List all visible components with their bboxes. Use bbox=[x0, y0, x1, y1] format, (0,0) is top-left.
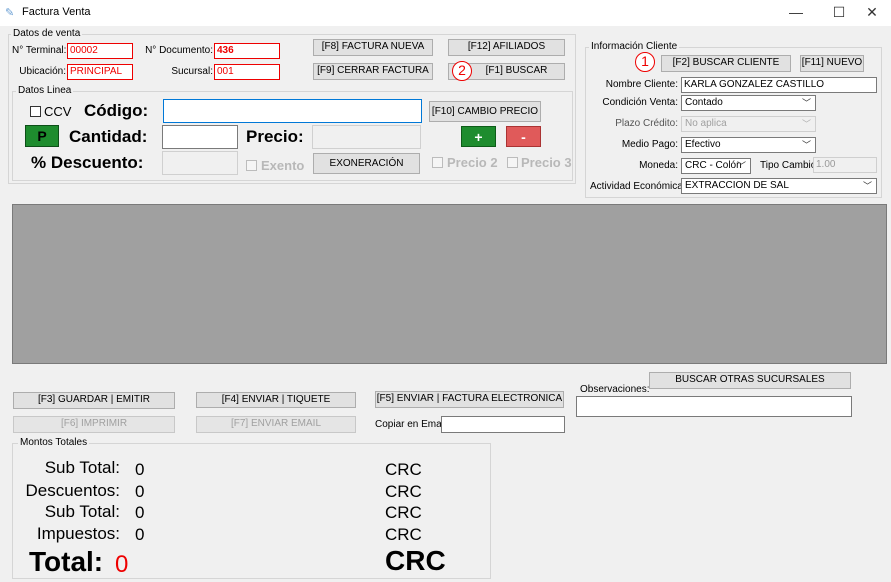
cantidad-input[interactable] bbox=[162, 125, 238, 149]
precio3-checkbox bbox=[507, 157, 518, 168]
minimize-button[interactable]: — bbox=[777, 0, 815, 24]
descuentos-label: Descuentos: bbox=[25, 481, 121, 500]
moneda-label: Moneda: bbox=[639, 160, 678, 171]
cerrar-factura-button[interactable]: [F9] CERRAR FACTURA bbox=[313, 63, 433, 80]
descuento-input bbox=[162, 151, 238, 175]
buscar-sucursales-button[interactable]: BUSCAR OTRAS SUCURSALES bbox=[649, 372, 851, 389]
cambio-precio-button[interactable]: [F10] CAMBIO PRECIO bbox=[429, 101, 541, 122]
nuevo-cliente-button[interactable]: [F11] NUEVO bbox=[800, 55, 864, 72]
precio-label: Precio: bbox=[246, 127, 304, 146]
actividad-economica-label: Actividad Económica: bbox=[590, 181, 686, 192]
cantidad-label: Cantidad: bbox=[69, 127, 148, 146]
precio3-label: Precio 3 bbox=[521, 155, 572, 170]
ubicacion-field[interactable]: PRINCIPAL bbox=[67, 64, 133, 80]
close-button[interactable]: ✕ bbox=[853, 0, 891, 24]
enviar-email-button: [F7] ENVIAR EMAIL bbox=[196, 416, 356, 433]
medio-pago-select[interactable]: Efectivo ﹀ bbox=[681, 137, 816, 153]
chevron-down-icon: ﹀ bbox=[801, 119, 811, 129]
ccv-checkbox[interactable] bbox=[30, 106, 41, 117]
copiar-email-label: Copiar en Email: bbox=[375, 419, 449, 430]
chevron-down-icon: ﹀ bbox=[736, 161, 746, 171]
total-label: Total: bbox=[29, 546, 104, 577]
nombre-cliente-field[interactable]: KARLA GONZALEZ CASTILLO bbox=[681, 77, 877, 93]
precio2-label: Precio 2 bbox=[447, 155, 498, 170]
annotation-marker-1: 1 bbox=[635, 52, 655, 72]
total-currency: CRC bbox=[385, 545, 446, 576]
nombre-cliente-label: Nombre Cliente: bbox=[605, 79, 678, 90]
documento-field[interactable]: 436 bbox=[214, 43, 280, 59]
impuestos-label: Impuestos: bbox=[36, 524, 120, 543]
plazo-credito-label: Plazo Crédito: bbox=[615, 118, 678, 129]
chevron-down-icon: ﹀ bbox=[801, 98, 811, 108]
ubicacion-label: Ubicación: bbox=[19, 66, 66, 77]
medio-pago-label: Medio Pago: bbox=[621, 139, 678, 150]
app-icon: ✎ bbox=[5, 7, 15, 19]
tipo-cambio-field: 1.00 bbox=[813, 157, 877, 173]
subtotal2-value: 0 bbox=[135, 503, 145, 522]
codigo-input[interactable] bbox=[163, 99, 422, 123]
chevron-down-icon: ﹀ bbox=[801, 140, 811, 150]
buscar-cliente-button[interactable]: [F2] BUSCAR CLIENTE bbox=[661, 55, 791, 72]
sucursal-label: Sucursal: bbox=[171, 66, 213, 77]
terminal-label: N° Terminal: bbox=[12, 45, 67, 56]
remove-line-button[interactable]: - bbox=[506, 126, 541, 147]
afiliados-button[interactable]: [F12] AFILIADOS bbox=[448, 39, 565, 56]
datos-linea-legend: Datos Linea bbox=[16, 85, 74, 96]
subtotal-currency: CRC bbox=[385, 460, 422, 479]
subtotal2-currency: CRC bbox=[385, 503, 422, 522]
exento-checkbox bbox=[246, 160, 257, 171]
descuentos-currency: CRC bbox=[385, 482, 422, 501]
montos-totales-legend: Montos Totales bbox=[18, 437, 90, 448]
title-bar bbox=[0, 0, 891, 26]
observaciones-input[interactable] bbox=[576, 396, 852, 417]
descuentos-value: 0 bbox=[135, 482, 145, 501]
annotation-marker-2: 2 bbox=[452, 61, 472, 81]
imprimir-button: [F6] IMPRIMIR bbox=[13, 416, 175, 433]
terminal-field[interactable]: 00002 bbox=[67, 43, 133, 59]
window-title: Factura Venta bbox=[22, 6, 91, 18]
subtotal2-label: Sub Total: bbox=[44, 502, 120, 521]
subtotal-value: 0 bbox=[135, 460, 145, 479]
impuestos-value: 0 bbox=[135, 525, 145, 544]
copiar-email-input[interactable] bbox=[441, 416, 565, 433]
precio2-checkbox bbox=[432, 157, 443, 168]
invoice-lines-grid[interactable] bbox=[12, 204, 887, 364]
subtotal-label: Sub Total: bbox=[44, 458, 120, 477]
precio-input bbox=[312, 125, 421, 149]
add-line-button[interactable]: + bbox=[461, 126, 496, 147]
actividad-economica-select[interactable]: EXTRACCION DE SAL ﹀ bbox=[681, 178, 877, 194]
info-cliente-legend: Información Cliente bbox=[589, 41, 680, 52]
datos-venta-legend: Datos de venta bbox=[11, 28, 83, 39]
exento-label: Exento bbox=[261, 158, 305, 173]
p-button[interactable]: P bbox=[25, 125, 59, 147]
exoneracion-button[interactable]: EXONERACIÓN bbox=[313, 153, 420, 174]
moneda-select[interactable]: CRC - Colón ﹀ bbox=[681, 158, 751, 174]
enviar-tiquete-button[interactable]: [F4] ENVIAR | TIQUETE bbox=[196, 392, 356, 408]
chevron-down-icon: ﹀ bbox=[862, 181, 872, 191]
descuento-label: % Descuento: bbox=[31, 153, 144, 172]
guardar-emitir-button[interactable]: [F3] GUARDAR | EMITIR bbox=[13, 392, 175, 409]
sucursal-field[interactable]: 001 bbox=[214, 64, 280, 80]
impuestos-currency: CRC bbox=[385, 525, 422, 544]
condicion-venta-label: Condición Venta: bbox=[602, 97, 678, 108]
tipo-cambio-label: Tipo Cambio: bbox=[760, 160, 820, 171]
plazo-credito-select: No aplica ﹀ bbox=[681, 116, 816, 132]
observaciones-label: Observaciones: bbox=[580, 384, 650, 395]
factura-nueva-button[interactable]: [F8] FACTURA NUEVA bbox=[313, 39, 433, 56]
total-value: 0 bbox=[115, 551, 129, 578]
ccv-label: CCV bbox=[44, 104, 72, 119]
condicion-venta-select[interactable]: Contado ﹀ bbox=[681, 95, 816, 111]
documento-label: N° Documento: bbox=[145, 45, 213, 56]
codigo-label: Código: bbox=[84, 101, 149, 120]
enviar-factura-button[interactable]: [F5] ENVIAR | FACTURA ELECTRONICA bbox=[375, 391, 564, 408]
